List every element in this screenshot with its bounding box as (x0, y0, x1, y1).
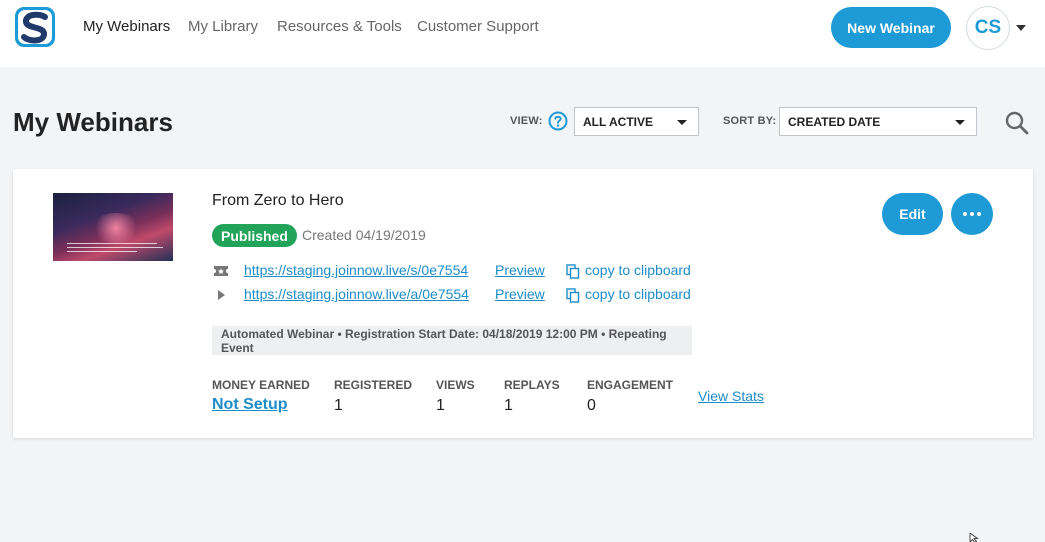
play-icon (218, 290, 225, 300)
more-dot-icon (963, 212, 967, 216)
sort-value: CREATED DATE (788, 114, 881, 129)
webinar-thumbnail[interactable] (53, 193, 173, 261)
nav-item-my-library[interactable]: My Library (188, 18, 258, 35)
status-badge: Published (212, 224, 297, 247)
copy-icon[interactable] (566, 264, 580, 279)
view-filter-value: ALL ACTIVE (583, 114, 654, 129)
search-icon[interactable] (1004, 110, 1030, 136)
mouse-cursor-icon (969, 533, 979, 542)
registration-copy-button[interactable]: copy to clipboard (585, 262, 691, 278)
views-label: VIEWS (436, 378, 475, 392)
registered-value: 1 (334, 397, 343, 414)
views-value: 1 (436, 397, 445, 414)
registration-url-link[interactable]: https://staging.joinnow.live/s/0e7554 (244, 262, 468, 278)
created-date: Created 04/19/2019 (302, 227, 426, 243)
sort-select[interactable]: CREATED DATE (779, 107, 977, 136)
attendee-preview-link[interactable]: Preview (495, 286, 545, 302)
view-label: VIEW: (510, 115, 543, 127)
view-stats-link[interactable]: View Stats (698, 388, 764, 404)
webinar-meta-info: Automated Webinar • Registration Start D… (212, 326, 692, 355)
attendee-url-link[interactable]: https://staging.joinnow.live/a/0e7554 (244, 286, 469, 302)
more-dot-icon (977, 212, 981, 216)
copy-icon[interactable] (566, 288, 580, 303)
engagement-value: 0 (587, 397, 596, 414)
money-earned-setup-link[interactable]: Not Setup (212, 396, 288, 414)
top-navigation-bar: S My Webinars My Library Resources & Too… (0, 0, 1045, 67)
webinar-card: From Zero to Hero Published Created 04/1… (13, 169, 1033, 438)
help-icon[interactable] (548, 111, 568, 131)
user-avatar[interactable]: CS (966, 6, 1010, 50)
money-earned-label: MONEY EARNED (212, 378, 310, 392)
nav-item-customer-support[interactable]: Customer Support (417, 18, 539, 35)
more-options-button[interactable] (951, 193, 993, 235)
new-webinar-button[interactable]: New Webinar (831, 7, 951, 48)
registration-preview-link[interactable]: Preview (495, 262, 545, 278)
nav-item-resources-tools[interactable]: Resources & Tools (277, 18, 402, 35)
sort-label: SORT BY: (723, 115, 777, 127)
chevron-down-icon[interactable] (1016, 25, 1026, 31)
attendee-copy-button[interactable]: copy to clipboard (585, 286, 691, 302)
nav-item-my-webinars[interactable]: My Webinars (83, 18, 170, 35)
engagement-label: ENGAGEMENT (587, 378, 674, 392)
webinar-title[interactable]: From Zero to Hero (212, 192, 344, 210)
more-dot-icon (970, 212, 974, 216)
app-logo-icon[interactable] (13, 5, 59, 49)
ticket-icon (214, 266, 228, 276)
replays-label: REPLAYS (504, 378, 560, 392)
chevron-down-icon (677, 120, 687, 125)
replays-value: 1 (504, 397, 513, 414)
chevron-down-icon (955, 120, 965, 125)
view-filter-select[interactable]: ALL ACTIVE (574, 107, 699, 136)
edit-button[interactable]: Edit (882, 193, 943, 235)
page-title: My Webinars (13, 107, 173, 137)
registered-label: REGISTERED (334, 378, 413, 392)
